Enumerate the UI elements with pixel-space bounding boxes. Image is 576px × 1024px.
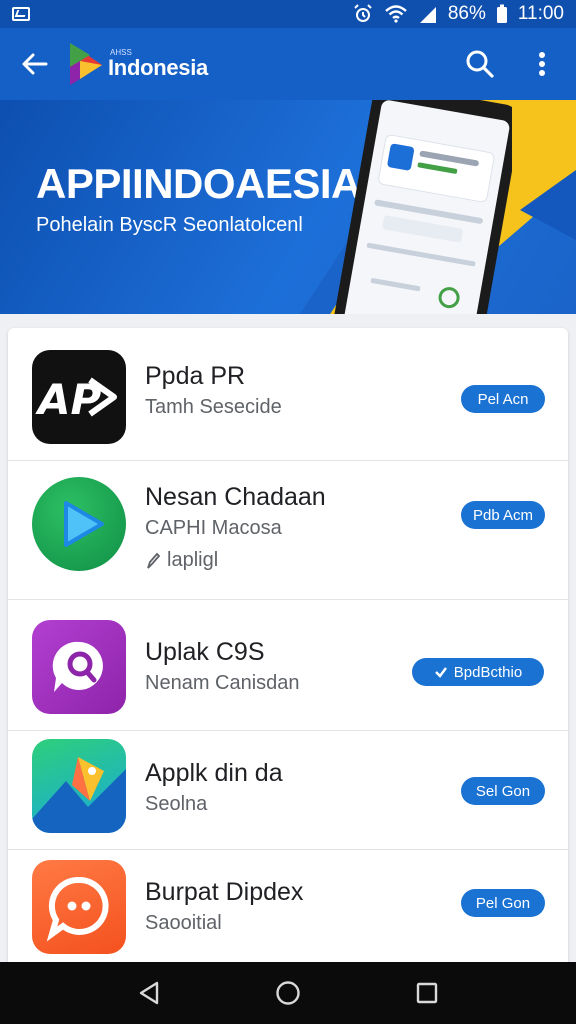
pencil-icon — [147, 552, 161, 569]
logo-mark-icon — [70, 43, 102, 85]
app-name: Burpat Dipdex — [145, 878, 304, 906]
message-dots-icon — [32, 860, 126, 954]
app-subtitle: Tamh Sesecide — [145, 396, 282, 418]
logo-title: Indonesia — [108, 55, 208, 80]
app-action-button[interactable]: BpdBcthio — [412, 658, 544, 686]
signal-icon — [419, 7, 436, 23]
action-label: Sel Gon — [475, 782, 531, 800]
list-item[interactable]: Burpat Dipdex Saooitial Pel Gon — [8, 850, 568, 968]
app-subtitle: CAPHI Macosa — [145, 517, 282, 539]
list-item[interactable]: Nesan Chadaan CAPHI Macosa lapligl Pdb A… — [8, 461, 568, 599]
battery-percent: 86% — [447, 3, 486, 24]
status-icons: 86% 11:00 — [352, 3, 564, 25]
phone-illustration — [333, 100, 512, 314]
app-extra-info: lapligl — [145, 549, 218, 572]
app-name: Nesan Chadaan — [145, 483, 326, 511]
nav-home-button[interactable] — [266, 971, 310, 1015]
app-logo: AHSS Indonesia — [66, 39, 208, 89]
action-label: Pel Gon — [475, 894, 531, 912]
arrow-back-icon — [22, 53, 48, 75]
app-action-button[interactable]: Sel Gon — [461, 777, 545, 805]
play-icon — [32, 477, 126, 571]
app-name: Uplak C9S — [145, 638, 265, 666]
action-label: BpdBcthio — [453, 663, 523, 681]
circle-home-icon — [276, 981, 300, 1005]
app-subtitle: Nenam Canisdan — [145, 672, 300, 694]
nav-recents-button[interactable] — [405, 971, 449, 1015]
battery-icon — [496, 4, 507, 23]
banner-subtitle: Pohelain ByscR Seonlatolcenl — [36, 214, 303, 236]
list-item[interactable]: Uplak C9S Nenam Canisdan BpdBcthio — [8, 600, 568, 730]
app-name: Ppda PR — [145, 362, 246, 390]
app-action-button[interactable]: Pdb Acm — [461, 501, 545, 529]
promo-banner[interactable]: APPIINDOAESIA Pohelain ByscR Seonlatolce… — [0, 100, 576, 314]
check-icon — [434, 667, 447, 678]
back-button[interactable] — [14, 44, 54, 84]
app-subtitle: Seolna — [145, 793, 208, 815]
system-nav-bar — [0, 962, 576, 1024]
chat-search-icon — [32, 620, 126, 714]
app-extra-text: lapligl — [167, 549, 219, 571]
maps-icon — [32, 739, 126, 833]
alarm-icon — [354, 4, 372, 22]
overflow-menu-button[interactable] — [522, 44, 562, 84]
clock: 11:00 — [517, 3, 564, 24]
nav-back-button[interactable] — [127, 971, 171, 1015]
search-button[interactable] — [460, 44, 500, 84]
app-pd-icon: AP — [32, 350, 126, 444]
action-label: Pel Acn — [477, 390, 529, 408]
app-list: AP Ppda PR Tamh Sesecide Pel Acn Nesan C… — [8, 328, 568, 968]
wifi-icon — [385, 5, 407, 23]
screen: 86% 11:00 AHSS Indonesia APPIINDOAESIA P… — [0, 0, 576, 1024]
square-recents-icon — [416, 982, 437, 1004]
more-vert-icon — [539, 52, 545, 76]
gallery-notification-icon — [12, 7, 30, 21]
triangle-back-icon — [140, 981, 159, 1005]
search-icon — [466, 50, 494, 78]
action-label: Pdb Acm — [472, 506, 534, 524]
list-item[interactable]: AP Ppda PR Tamh Sesecide Pel Acn — [8, 328, 568, 460]
list-item[interactable]: Applk din da Seolna Sel Gon — [8, 731, 568, 849]
app-action-button[interactable]: Pel Acn — [461, 385, 545, 413]
app-action-button[interactable]: Pel Gon — [461, 889, 545, 917]
app-bar: AHSS Indonesia — [0, 28, 576, 100]
app-name: Applk din da — [145, 759, 283, 787]
status-bar: 86% 11:00 — [0, 0, 576, 28]
app-subtitle: Saooitial — [145, 912, 222, 934]
